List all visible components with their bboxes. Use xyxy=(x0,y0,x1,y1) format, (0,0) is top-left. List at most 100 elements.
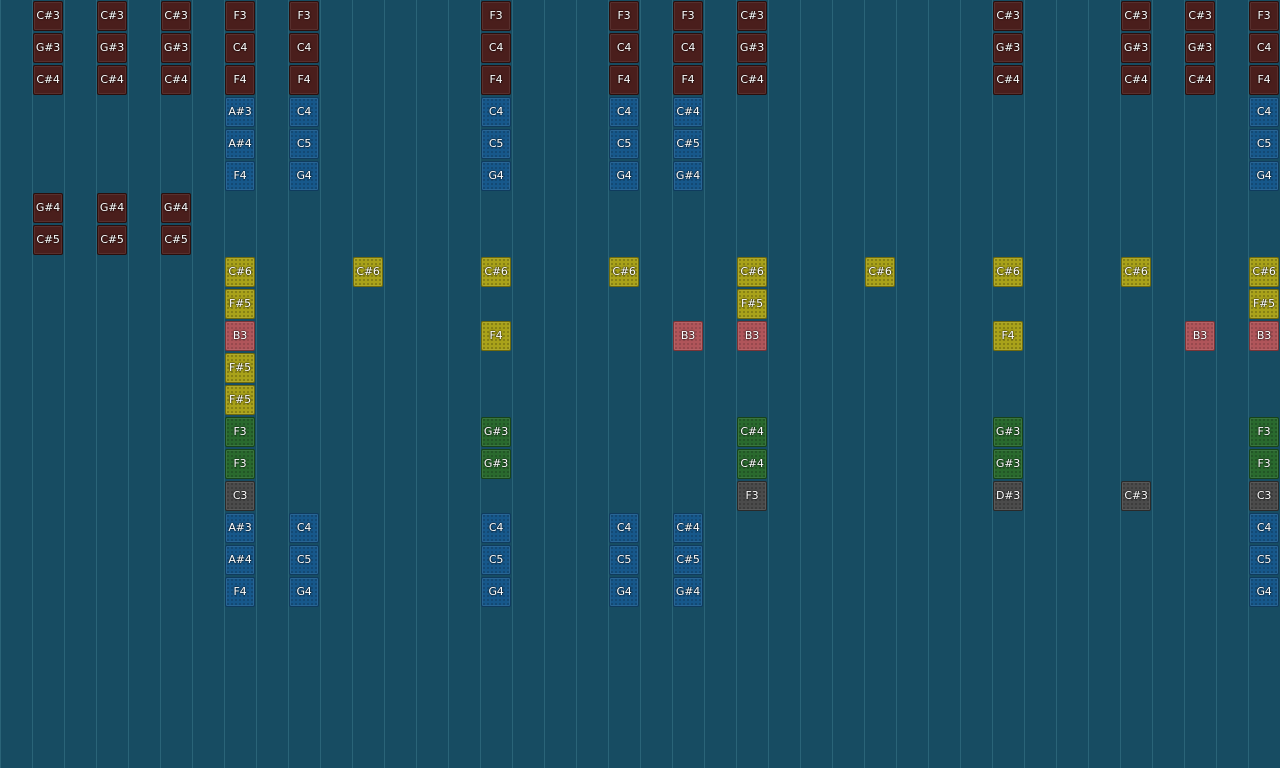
note-block[interactable]: C5 xyxy=(1249,129,1279,159)
note-block[interactable]: C#5 xyxy=(97,225,127,255)
note-block[interactable]: C#5 xyxy=(33,225,63,255)
note-block[interactable]: C#4 xyxy=(993,65,1023,95)
note-block[interactable]: C#5 xyxy=(161,225,191,255)
note-block[interactable]: C4 xyxy=(289,97,319,127)
note-block[interactable]: C4 xyxy=(673,33,703,63)
note-block[interactable]: C4 xyxy=(1249,513,1279,543)
note-block[interactable]: G#3 xyxy=(481,449,511,479)
note-block[interactable]: G#4 xyxy=(97,193,127,223)
note-block[interactable]: G#3 xyxy=(737,33,767,63)
note-block[interactable]: C5 xyxy=(289,545,319,575)
note-block[interactable]: G#4 xyxy=(161,193,191,223)
note-block[interactable]: F3 xyxy=(1249,417,1279,447)
note-block[interactable]: C#3 xyxy=(33,1,63,31)
note-block[interactable]: F3 xyxy=(1249,1,1279,31)
note-block[interactable]: F#5 xyxy=(225,353,255,383)
note-block[interactable]: F3 xyxy=(737,481,767,511)
note-block[interactable]: F4 xyxy=(481,65,511,95)
note-block[interactable]: F4 xyxy=(609,65,639,95)
note-block[interactable]: C4 xyxy=(481,33,511,63)
note-block[interactable]: F3 xyxy=(609,1,639,31)
note-block[interactable]: C#4 xyxy=(737,65,767,95)
note-block[interactable]: F4 xyxy=(1249,65,1279,95)
note-block[interactable]: F3 xyxy=(673,1,703,31)
note-block[interactable]: F#5 xyxy=(225,289,255,319)
note-block[interactable]: G#3 xyxy=(97,33,127,63)
note-block[interactable]: F3 xyxy=(481,1,511,31)
note-block[interactable]: C4 xyxy=(225,33,255,63)
note-block[interactable]: G4 xyxy=(1249,577,1279,607)
note-block[interactable]: C#3 xyxy=(993,1,1023,31)
note-block[interactable]: C#3 xyxy=(161,1,191,31)
note-block[interactable]: C4 xyxy=(289,33,319,63)
note-block[interactable]: F3 xyxy=(289,1,319,31)
note-block[interactable]: C5 xyxy=(289,129,319,159)
note-block[interactable]: C#4 xyxy=(1185,65,1215,95)
note-block[interactable]: G4 xyxy=(481,161,511,191)
note-block[interactable]: C5 xyxy=(481,545,511,575)
note-block[interactable]: C4 xyxy=(609,33,639,63)
note-block[interactable]: A#4 xyxy=(225,545,255,575)
note-block[interactable]: C#6 xyxy=(1249,257,1279,287)
note-block[interactable]: F4 xyxy=(289,65,319,95)
note-block[interactable]: G4 xyxy=(609,577,639,607)
note-block[interactable]: C#6 xyxy=(353,257,383,287)
note-block[interactable]: C#4 xyxy=(33,65,63,95)
note-block[interactable]: C#3 xyxy=(1121,1,1151,31)
note-block[interactable]: C#3 xyxy=(1121,481,1151,511)
note-block[interactable]: C3 xyxy=(225,481,255,511)
note-block[interactable]: C#6 xyxy=(609,257,639,287)
note-block[interactable]: G4 xyxy=(609,161,639,191)
note-block[interactable]: C#4 xyxy=(1121,65,1151,95)
note-block[interactable]: G4 xyxy=(289,161,319,191)
note-block[interactable]: C4 xyxy=(289,513,319,543)
note-block[interactable]: G#4 xyxy=(673,161,703,191)
note-block[interactable]: F3 xyxy=(225,449,255,479)
note-block[interactable]: C#6 xyxy=(737,257,767,287)
note-block[interactable]: B3 xyxy=(1185,321,1215,351)
note-block[interactable]: C#4 xyxy=(673,97,703,127)
note-block[interactable]: C#6 xyxy=(225,257,255,287)
note-block[interactable]: C4 xyxy=(609,97,639,127)
note-block[interactable]: B3 xyxy=(1249,321,1279,351)
note-block[interactable]: G#3 xyxy=(993,417,1023,447)
note-block[interactable]: G#4 xyxy=(673,577,703,607)
note-block[interactable]: G#3 xyxy=(1121,33,1151,63)
note-block[interactable]: C5 xyxy=(481,129,511,159)
note-block[interactable]: F#5 xyxy=(1249,289,1279,319)
note-block[interactable]: C#4 xyxy=(737,417,767,447)
note-block[interactable]: C#6 xyxy=(1121,257,1151,287)
note-block[interactable]: F4 xyxy=(481,321,511,351)
note-block[interactable]: G#3 xyxy=(1185,33,1215,63)
note-block[interactable]: C#3 xyxy=(97,1,127,31)
note-block[interactable]: C3 xyxy=(1249,481,1279,511)
note-block[interactable]: C#6 xyxy=(481,257,511,287)
note-block[interactable]: G4 xyxy=(1249,161,1279,191)
note-block[interactable]: G#3 xyxy=(161,33,191,63)
note-block[interactable]: C#4 xyxy=(97,65,127,95)
note-block[interactable]: C#3 xyxy=(1185,1,1215,31)
note-block[interactable]: C4 xyxy=(1249,33,1279,63)
note-block[interactable]: C#4 xyxy=(161,65,191,95)
note-block[interactable]: C#5 xyxy=(673,129,703,159)
note-block[interactable]: C#4 xyxy=(673,513,703,543)
note-block[interactable]: G#3 xyxy=(481,417,511,447)
note-block[interactable]: F4 xyxy=(225,161,255,191)
note-block[interactable]: A#4 xyxy=(225,129,255,159)
note-block[interactable]: C#4 xyxy=(737,449,767,479)
note-block[interactable]: C#6 xyxy=(865,257,895,287)
note-block[interactable]: F3 xyxy=(1249,449,1279,479)
note-block[interactable]: C5 xyxy=(609,545,639,575)
note-block[interactable]: C4 xyxy=(481,513,511,543)
note-block[interactable]: F3 xyxy=(225,1,255,31)
note-block[interactable]: C4 xyxy=(609,513,639,543)
note-block[interactable]: C#5 xyxy=(673,545,703,575)
note-block[interactable]: G#3 xyxy=(33,33,63,63)
sequencer-grid[interactable]: C#3 G#3 C#4 G#4 C#5 C#3 G#3 C#4 G#4 C#5 C#3 G#3 C#4 G… xyxy=(0,0,1280,768)
note-block[interactable]: G4 xyxy=(481,577,511,607)
note-block[interactable]: D#3 xyxy=(993,481,1023,511)
note-block[interactable]: F4 xyxy=(673,65,703,95)
note-block[interactable]: C5 xyxy=(609,129,639,159)
note-block[interactable]: G#4 xyxy=(33,193,63,223)
note-block[interactable]: B3 xyxy=(673,321,703,351)
